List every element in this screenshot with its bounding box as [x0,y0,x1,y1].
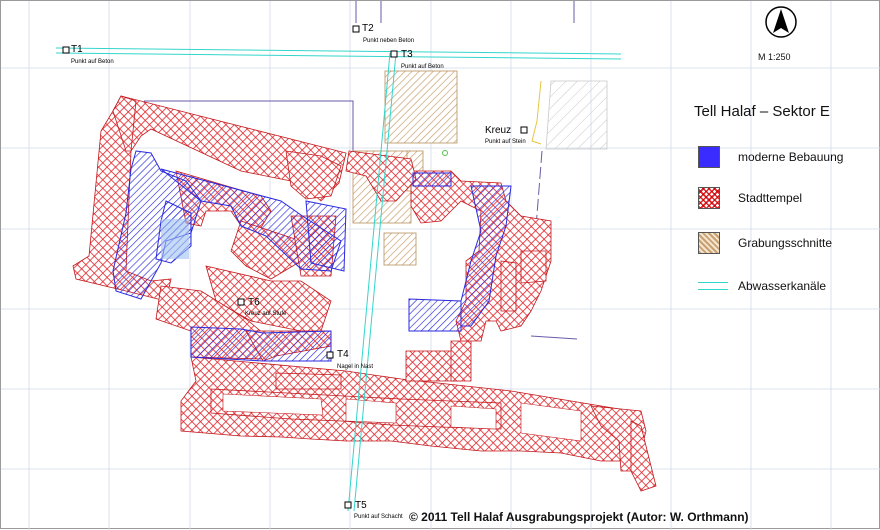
map-scale: M 1:250 [758,52,791,62]
point-t6-label: T6 [248,297,260,308]
copyright-text: © 2011 Tell Halaf Ausgrabungsprojekt (Au… [409,510,749,524]
legend-item-trenches: Grabungsschnitte [698,232,832,254]
legend-label-temple: Stadttempel [738,191,803,205]
point-t3-note: Punkt auf Beton [401,64,444,70]
north-arrow-icon [765,6,797,38]
point-t1-label: T1 [71,44,83,55]
point-t1-note: Punkt auf Beton [71,59,114,65]
legend-label-canals: Abwasserkanäle [738,279,827,293]
legend-item-temple: Stadttempel [698,187,802,209]
map-title: Tell Halaf – Sektor E [694,103,830,120]
boundary-yellow [531,80,542,145]
site-plan-map: T1 Punkt auf Beton T2 Punkt neben Beton … [0,0,880,530]
point-t2-note: Punkt neben Beton [363,38,415,44]
green-marker [442,150,448,156]
point-kreuz-label: Kreuz [485,125,512,136]
tan-hatch-swatch-icon [698,232,720,254]
point-t2-label: T2 [362,23,374,34]
point-t3-label: T3 [401,49,413,60]
legend-label-trenches: Grabungsschnitte [738,236,833,250]
legend-item-modern: moderne Bebauung [698,146,843,168]
legend-item-canals: Abwasserkanäle [698,275,826,297]
point-t5-label: T5 [355,500,367,511]
blue-fill-swatch-icon [698,146,720,168]
light-blue-patch [161,219,189,259]
point-t4-note: Nagel in Nast [337,364,374,370]
cyan-double-line-icon [698,282,728,290]
legend-label-modern: moderne Bebauung [738,150,844,164]
point-t5-note: Punkt auf Schacht [354,514,403,520]
point-t6-note: Kreuz auf Stufe [245,311,287,317]
red-hatch-swatch-icon [698,187,720,209]
point-kreuz-note: Punkt auf Stein [485,139,526,145]
hatched-area-east [545,80,608,150]
point-t4-label: T4 [337,349,349,360]
map-drawing [1,1,880,530]
